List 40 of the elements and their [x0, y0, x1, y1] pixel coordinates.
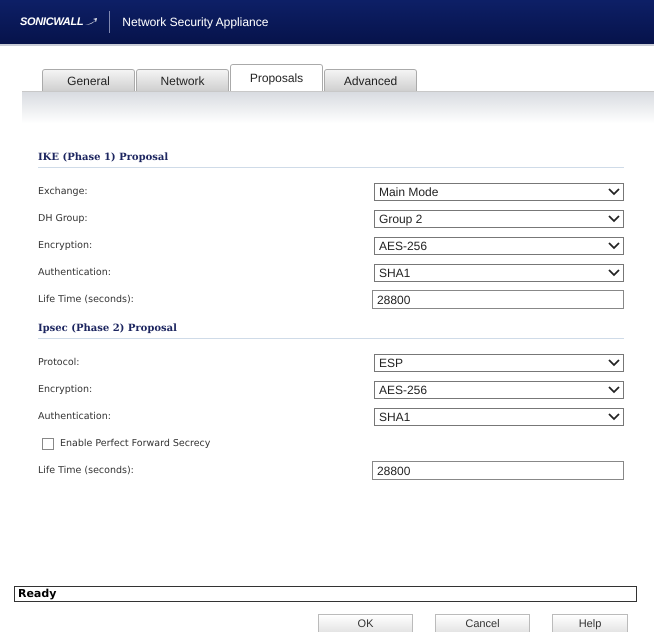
select-field[interactable]: AES-256	[374, 380, 624, 398]
dialog-button[interactable]: Cancel	[435, 614, 530, 632]
tab[interactable]: Network	[136, 69, 229, 91]
field-label: Authentication:	[38, 267, 111, 278]
field-label: Exchange:	[38, 186, 88, 197]
dialog-button[interactable]: Help	[552, 614, 628, 632]
dialog-button[interactable]: OK	[318, 614, 413, 632]
chevron-icon	[608, 214, 620, 222]
select-field[interactable]: SHA1	[374, 264, 624, 282]
field-label: Protocol:	[38, 357, 80, 368]
field-label: Encryption:	[38, 240, 92, 251]
status-bar: Ready	[14, 586, 637, 602]
chevron-icon	[608, 358, 620, 366]
field-label: Life Time (seconds):	[38, 465, 134, 476]
input-field[interactable]: 28800	[372, 290, 624, 309]
select-field[interactable]: AES-256	[374, 236, 624, 254]
checkbox-label: Enable Perfect Forward Secrecy	[60, 438, 210, 449]
swoosh-icon	[85, 18, 98, 26]
chevron-icon	[608, 386, 620, 394]
logo: SONICWALL	[20, 16, 98, 28]
field-label: DH Group:	[38, 213, 88, 224]
section-title: IKE (Phase 1) Proposal	[38, 152, 624, 168]
chevron-icon	[608, 188, 620, 196]
select-field[interactable]: Group 2	[374, 210, 624, 228]
chevron-icon	[608, 268, 620, 276]
field-label: Authentication:	[38, 411, 111, 422]
section-title: Ipsec (Phase 2) Proposal	[38, 323, 624, 339]
tab[interactable]: Advanced	[324, 69, 417, 91]
chevron-icon	[608, 412, 620, 420]
tab[interactable]: General	[42, 69, 135, 91]
field-label: Encryption:	[38, 384, 92, 395]
tab[interactable]: Proposals	[230, 64, 323, 91]
input-field[interactable]: 28800	[372, 461, 624, 480]
field-label: Life Time (seconds):	[38, 294, 134, 305]
checkbox[interactable]	[42, 438, 54, 450]
app-title: Network Security Appliance	[122, 15, 268, 29]
select-field[interactable]: SHA1	[374, 408, 624, 426]
select-field[interactable]: ESP	[374, 354, 624, 372]
chevron-icon	[608, 242, 620, 250]
select-field[interactable]: Main Mode	[374, 182, 624, 200]
